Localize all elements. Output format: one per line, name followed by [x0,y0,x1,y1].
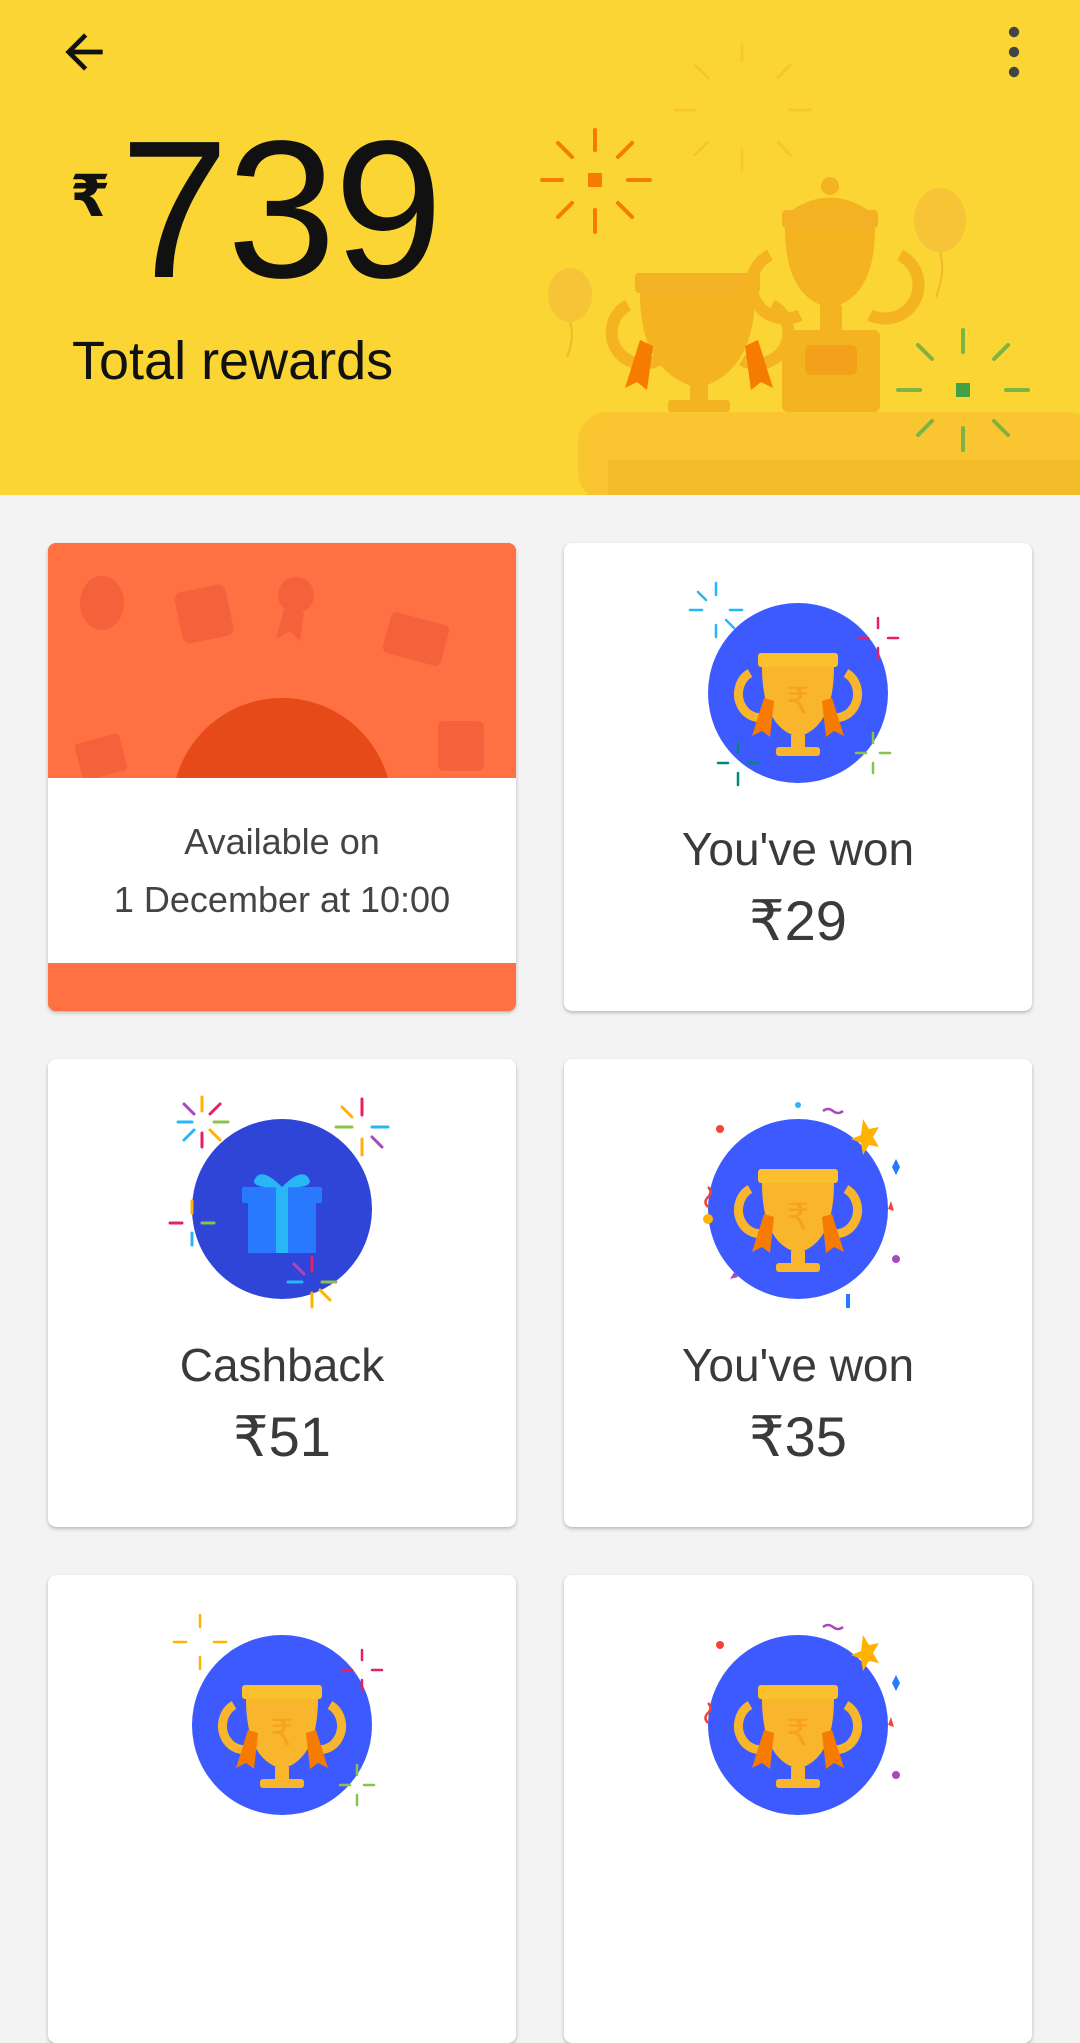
back-button[interactable] [52,20,116,84]
trophy-icon: ₹ [703,1102,900,1308]
trophy-icon: ₹ [172,1613,384,1815]
svg-text:₹: ₹ [787,1713,810,1754]
reward-value: ₹35 [749,1405,847,1468]
rewards-header: ₹ 739 Total rewards [0,0,1080,495]
reward-card-won[interactable]: ₹ You've won ₹35 [564,1059,1032,1527]
reward-title: You've won [681,823,915,875]
trophy-icon: ₹ [704,1623,900,1815]
trophy-icon: ₹ [688,581,900,787]
reward-card-cashback[interactable]: Cashback ₹51 [48,1059,516,1527]
reward-card-locked[interactable]: Available on 1 December at 10:00 [48,543,516,1011]
arrow-left-icon [65,33,103,71]
reward-card-won[interactable]: ₹ [564,1575,1032,2043]
reward-title: You've won [681,1339,915,1391]
available-on-label: Available on [184,820,380,862]
total-rewards-label: Total rewards [72,331,394,391]
reward-title: Cashback [179,1339,385,1391]
svg-text:₹: ₹ [787,681,810,722]
reward-card-won[interactable]: ₹ You've won ₹29 [564,543,1032,1011]
svg-text:₹: ₹ [271,1713,294,1754]
available-date-label: 1 December at 10:00 [113,878,451,920]
reward-value: ₹51 [233,1405,331,1468]
currency-symbol: ₹ [70,164,111,229]
total-rewards-amount: 739 [120,100,443,319]
gift-icon [168,1095,390,1309]
locked-availability-band: Available on 1 December at 10:00 [48,778,516,963]
svg-text:₹: ₹ [787,1197,810,1238]
reward-value: ₹29 [749,889,847,952]
reward-card-won[interactable]: ₹ [48,1575,516,2043]
trophies-illustration [540,43,1080,495]
